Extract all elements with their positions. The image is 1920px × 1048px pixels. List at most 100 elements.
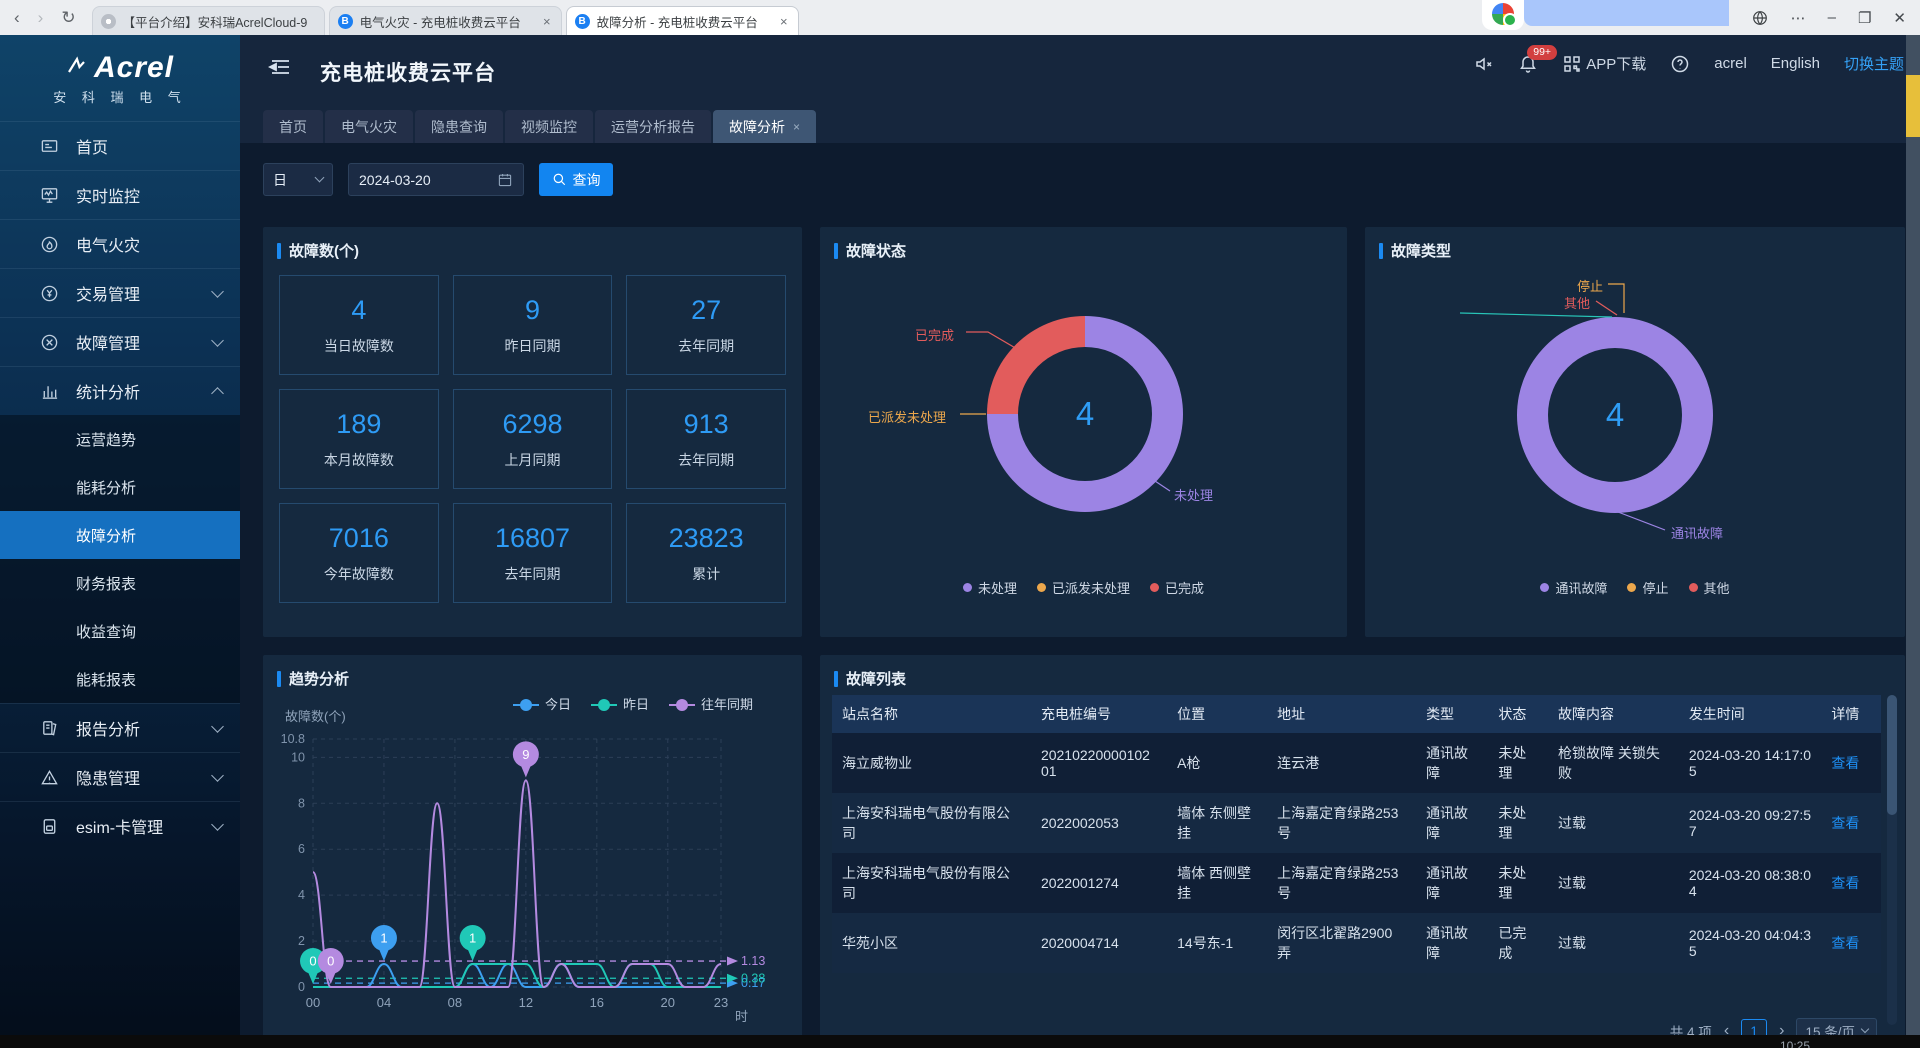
sidebar-item-交易管理[interactable]: 交易管理 (0, 268, 240, 317)
sidebar-item-电气火灾[interactable]: 电气火灾 (0, 219, 240, 268)
sidebar-subitem-故障分析[interactable]: 故障分析 (0, 511, 240, 559)
browser-tab[interactable]: 电气火灾 - 充电桩收费云平台 × (329, 6, 562, 35)
sidebar-item-esim-卡管理[interactable]: esim-卡管理 (0, 801, 240, 850)
view-detail-link[interactable]: 查看 (1831, 755, 1859, 771)
trend-line-chart[interactable]: 024681010.800040812162023故障数(个)时0.170.38… (263, 691, 802, 1046)
profile-avatar-icon[interactable] (1492, 3, 1514, 25)
donut-ring[interactable]: 4 (1517, 317, 1713, 513)
table-scrollbar-thumb[interactable] (1887, 695, 1897, 815)
legend-label: 通讯故障 (1555, 578, 1607, 597)
sidebar-item-label: 交易管理 (76, 281, 196, 305)
forward-icon[interactable]: › (38, 9, 44, 26)
sidebar-subitem-收益查询[interactable]: 收益查询 (0, 607, 240, 655)
sidebar-collapse-icon[interactable] (268, 57, 292, 79)
stat-label: 昨日同期 (504, 336, 560, 356)
legend-item-已派发未处理[interactable]: 已派发未处理 (1037, 578, 1130, 597)
browser-tab[interactable]: 故障分析 - 充电桩收费云平台 × (566, 6, 799, 35)
language-switch[interactable]: English (1771, 55, 1820, 72)
restore-icon[interactable]: ❐ (1858, 9, 1871, 27)
close-window-icon[interactable]: ✕ (1893, 9, 1906, 27)
fault-type-chart[interactable]: 4 停止 其他 通讯故障 通讯故障停止其他 (1365, 227, 1905, 637)
tab-隐患查询[interactable]: 隐患查询 (415, 110, 503, 143)
page-title: 充电桩收费云平台 (320, 57, 496, 87)
date-input[interactable]: 2024-03-20 (348, 163, 524, 196)
stat-label: 去年同期 (504, 564, 560, 584)
view-detail-link[interactable]: 查看 (1831, 935, 1859, 951)
query-button[interactable]: 查询 (539, 163, 613, 196)
cell-time: 2024-03-20 08:38:04 (1679, 853, 1822, 913)
legend-item-通讯故障[interactable]: 通讯故障 (1540, 578, 1607, 597)
browser-menu-icon[interactable]: ⋯ (1791, 9, 1806, 27)
mute-icon[interactable] (1474, 54, 1494, 74)
sidebar-subitem-财务报表[interactable]: 财务报表 (0, 559, 240, 607)
tab-title: 故障分析 - 充电桩收费云平台 (597, 12, 771, 31)
tab-视频监控[interactable]: 视频监控 (505, 110, 593, 143)
cell-time: 2024-03-20 14:17:05 (1679, 733, 1822, 793)
cell-content: 枪锁故障 关锁失败 (1548, 733, 1679, 793)
page-scrollbar[interactable] (1906, 35, 1920, 1048)
sidebar-item-label: 首页 (76, 134, 222, 158)
minimize-icon[interactable]: – (1828, 9, 1836, 26)
view-detail-link[interactable]: 查看 (1831, 815, 1859, 831)
sidebar-item-报告分析[interactable]: 报告分析 (0, 703, 240, 752)
cell-station: 上海安科瑞电气股份有限公司 (832, 853, 1031, 913)
chevron-down-icon (211, 334, 224, 347)
fault-status-chart[interactable]: 4 已完成 已派发未处理 未处理 未处理已派发未处理已完成 (820, 227, 1347, 637)
table-header-详情: 详情 (1821, 695, 1881, 733)
app-download[interactable]: APP下载 (1562, 53, 1646, 74)
tab-close-icon[interactable]: × (793, 120, 800, 134)
tab-close-icon[interactable]: × (778, 14, 790, 29)
sidebar-item-首页[interactable]: 首页 (0, 121, 240, 170)
sidebar-item-隐患管理[interactable]: 隐患管理 (0, 752, 240, 801)
page-scrollbar-thumb[interactable] (1906, 75, 1920, 137)
tab-close-icon[interactable]: × (541, 14, 553, 29)
legend-item-未处理[interactable]: 未处理 (963, 578, 1017, 597)
svg-text:0: 0 (298, 980, 305, 994)
legend-item-已完成[interactable]: 已完成 (1150, 578, 1204, 597)
browser-profile-area (1482, 0, 1729, 35)
donut-center-value: 4 (1606, 396, 1624, 434)
reload-icon[interactable]: ↻ (61, 9, 75, 26)
theme-switch[interactable]: 切换主题 (1844, 53, 1904, 74)
sidebar-item-故障管理[interactable]: 故障管理 (0, 317, 240, 366)
profile-card[interactable] (1482, 0, 1524, 30)
tab-label: 电气火灾 (341, 117, 397, 137)
legend-item-停止[interactable]: 停止 (1627, 578, 1668, 597)
tab-故障分析[interactable]: 故障分析× (713, 110, 816, 143)
donut-ring[interactable]: 4 (987, 316, 1183, 512)
tab-电气火灾[interactable]: 电气火灾 (325, 110, 413, 143)
stat-card: 23823累计 (626, 503, 786, 603)
slice-label-dispatched: 已派发未处理 (868, 407, 946, 426)
svg-text:9: 9 (522, 747, 529, 762)
globe-icon[interactable] (1751, 9, 1769, 27)
period-select[interactable]: 日 (263, 163, 333, 196)
tab-运营分析报告[interactable]: 运营分析报告 (595, 110, 711, 143)
table-row: 上海安科瑞电气股份有限公司2022002053墙体 东侧壁挂上海嘉定育绿路253… (832, 793, 1881, 853)
back-icon[interactable]: ‹ (14, 9, 20, 26)
help-icon[interactable] (1670, 54, 1690, 74)
cell-type: 通讯故障 (1416, 793, 1488, 853)
donut-center: 4 (1548, 348, 1682, 482)
view-detail-link[interactable]: 查看 (1831, 875, 1859, 891)
sidebar-subitem-运营趋势[interactable]: 运营趋势 (0, 415, 240, 463)
legend-label: 已完成 (1165, 578, 1204, 597)
notifications[interactable]: 99+ (1518, 54, 1538, 74)
cell-status: 已完成 (1488, 913, 1548, 973)
sidebar-subitem-能耗分析[interactable]: 能耗分析 (0, 463, 240, 511)
title-accent-bar (834, 671, 838, 687)
profile-highlight[interactable] (1524, 0, 1729, 26)
sidebar-subitem-能耗报表[interactable]: 能耗报表 (0, 655, 240, 703)
svg-text:昨日: 昨日 (623, 697, 649, 712)
sidebar-item-统计分析[interactable]: 统计分析 (0, 366, 240, 415)
browser-tab[interactable]: 【平台介绍】安科瑞AcrelCloud-9 (92, 6, 325, 35)
period-value: 日 (273, 170, 287, 190)
legend-item-其他[interactable]: 其他 (1689, 578, 1730, 597)
tab-title: 电气火灾 - 充电桩收费云平台 (360, 12, 534, 31)
username[interactable]: acrel (1714, 55, 1747, 72)
cell-address: 闵行区北翟路2900弄 (1267, 913, 1416, 973)
sidebar-item-实时监控[interactable]: 实时监控 (0, 170, 240, 219)
table-scrollbar[interactable] (1887, 695, 1897, 1025)
svg-text:12: 12 (519, 995, 533, 1010)
tab-首页[interactable]: 首页 (263, 110, 323, 143)
trend-chart-svg[interactable]: 024681010.800040812162023故障数(个)时0.170.38… (263, 691, 802, 1046)
